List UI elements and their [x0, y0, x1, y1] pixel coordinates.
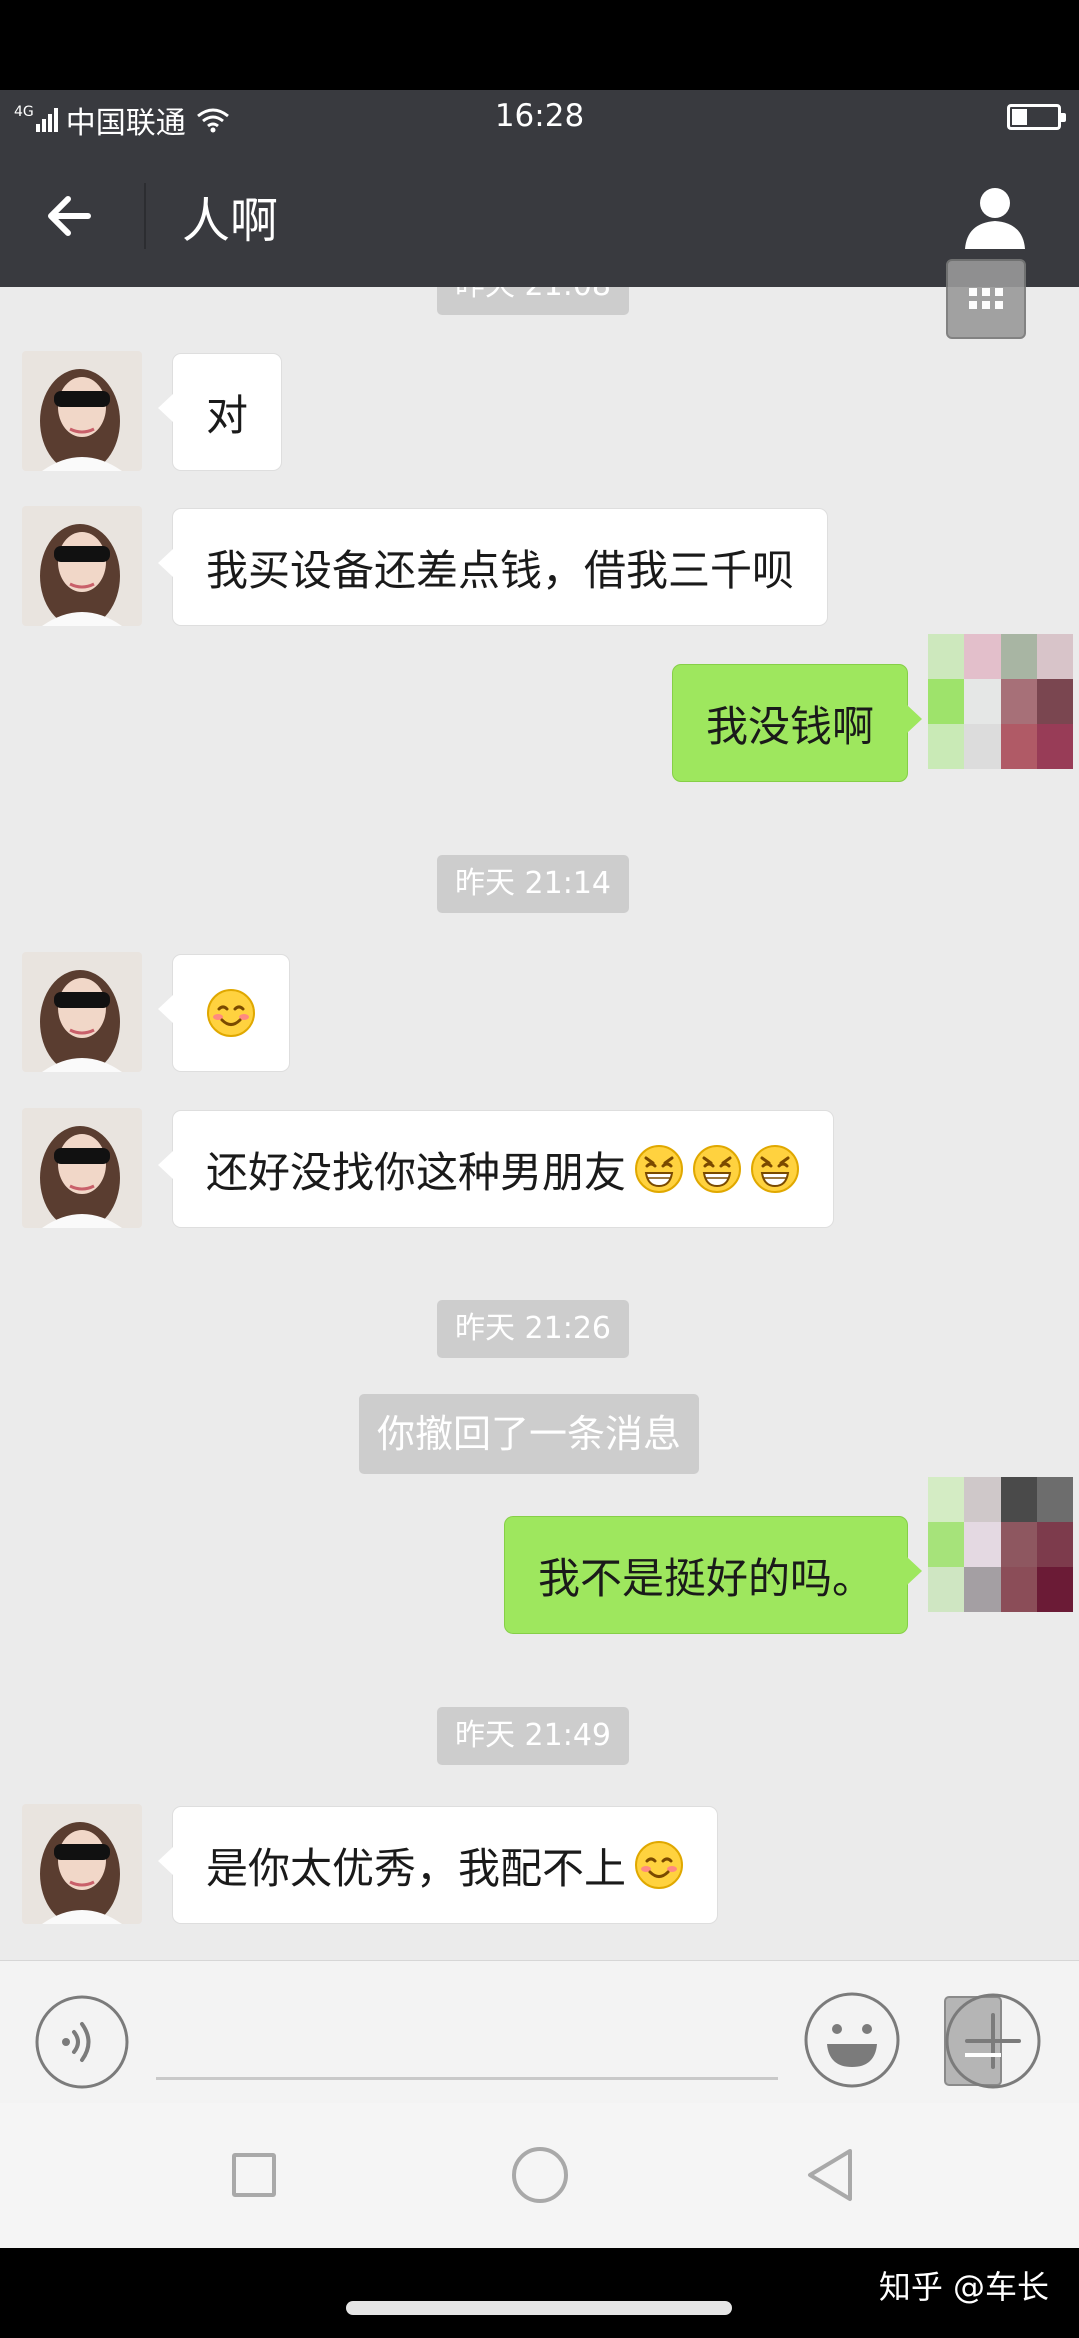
contact-avatar[interactable] [22, 351, 142, 471]
message-text: 对 [206, 390, 249, 440]
incoming-message[interactable]: 对 [157, 353, 283, 471]
home-button[interactable] [512, 2147, 568, 2203]
timestamp: 昨天 21:26 [437, 1300, 629, 1358]
message-list[interactable]: 昨天 21:08 对 [0, 287, 1079, 1960]
timestamp: 昨天 21:49 [437, 1707, 629, 1765]
title-bar: 人啊 [0, 145, 1079, 287]
outgoing-message[interactable]: 我没钱啊 [671, 664, 923, 782]
avatar-image [22, 1804, 142, 1924]
system-nav-bar [0, 2103, 1079, 2248]
message-text: 是你太优秀，我配不上 [206, 1843, 627, 1893]
message-text: 我没钱啊 [705, 701, 874, 751]
system-back-button[interactable] [804, 2147, 858, 2203]
battery-level [1012, 109, 1027, 125]
grin-emoji-icon [751, 1145, 800, 1193]
battery-icon [1007, 104, 1066, 130]
avatar-image [22, 1108, 142, 1228]
message-text: 我不是挺好的吗。 [537, 1553, 874, 1603]
grin-emoji-icon [635, 1145, 684, 1193]
title-divider [144, 183, 146, 249]
contact-avatar[interactable] [22, 506, 142, 626]
voice-input-icon[interactable] [34, 1994, 130, 2090]
outgoing-message[interactable]: 我不是挺好的吗。 [503, 1516, 923, 1634]
contact-avatar[interactable] [22, 1804, 142, 1924]
blush-emoji-icon [635, 1841, 684, 1889]
plus-attach-icon[interactable] [943, 1991, 1043, 2091]
grid-icon [969, 288, 1003, 309]
message-text: 我买设备还差点钱，借我三千呗 [206, 545, 795, 595]
message-text: 还好没找你这种男朋友 [206, 1147, 627, 1197]
emoji-picker-icon[interactable] [803, 1991, 901, 2089]
watermark: 知乎 @车长 [878, 2268, 1049, 2306]
status-bar: 4G 中国联通 16:28 [0, 90, 1079, 145]
incoming-message[interactable]: 我买设备还差点钱，借我三千呗 [157, 508, 829, 626]
contact-avatar[interactable] [22, 952, 142, 1072]
my-avatar[interactable] [928, 634, 1073, 769]
status-time: 16:28 [494, 98, 585, 134]
chat-screen: 4G 中国联通 16:28 人啊 昨天 21:08 [0, 0, 1079, 2338]
my-avatar[interactable] [928, 1477, 1073, 1612]
home-indicator[interactable] [346, 2301, 732, 2315]
input-bar [0, 1960, 1079, 2103]
message-input[interactable] [156, 2077, 778, 2080]
incoming-message[interactable]: 是你太优秀，我配不上 [157, 1806, 719, 1924]
top-bezel [0, 0, 1079, 90]
avatar-image [22, 506, 142, 626]
floating-menu-button[interactable] [946, 259, 1026, 339]
contact-avatar[interactable] [22, 1108, 142, 1228]
contact-profile-icon[interactable] [960, 181, 1030, 251]
timestamp: 昨天 21:08 [437, 287, 629, 315]
grin-emoji-icon [693, 1145, 742, 1193]
recall-notice: 你撤回了一条消息 [359, 1394, 700, 1474]
chat-title: 人啊 [182, 193, 279, 249]
incoming-message[interactable]: 还好没找你这种男朋友 [157, 1110, 835, 1228]
blush-emoji-icon [207, 989, 255, 1037]
incoming-message[interactable] [158, 954, 290, 1072]
timestamp: 昨天 21:14 [437, 855, 629, 913]
avatar-image [22, 952, 142, 1072]
recent-apps-button[interactable] [232, 2153, 276, 2197]
avatar-image [22, 351, 142, 471]
back-arrow-icon[interactable] [38, 181, 108, 251]
